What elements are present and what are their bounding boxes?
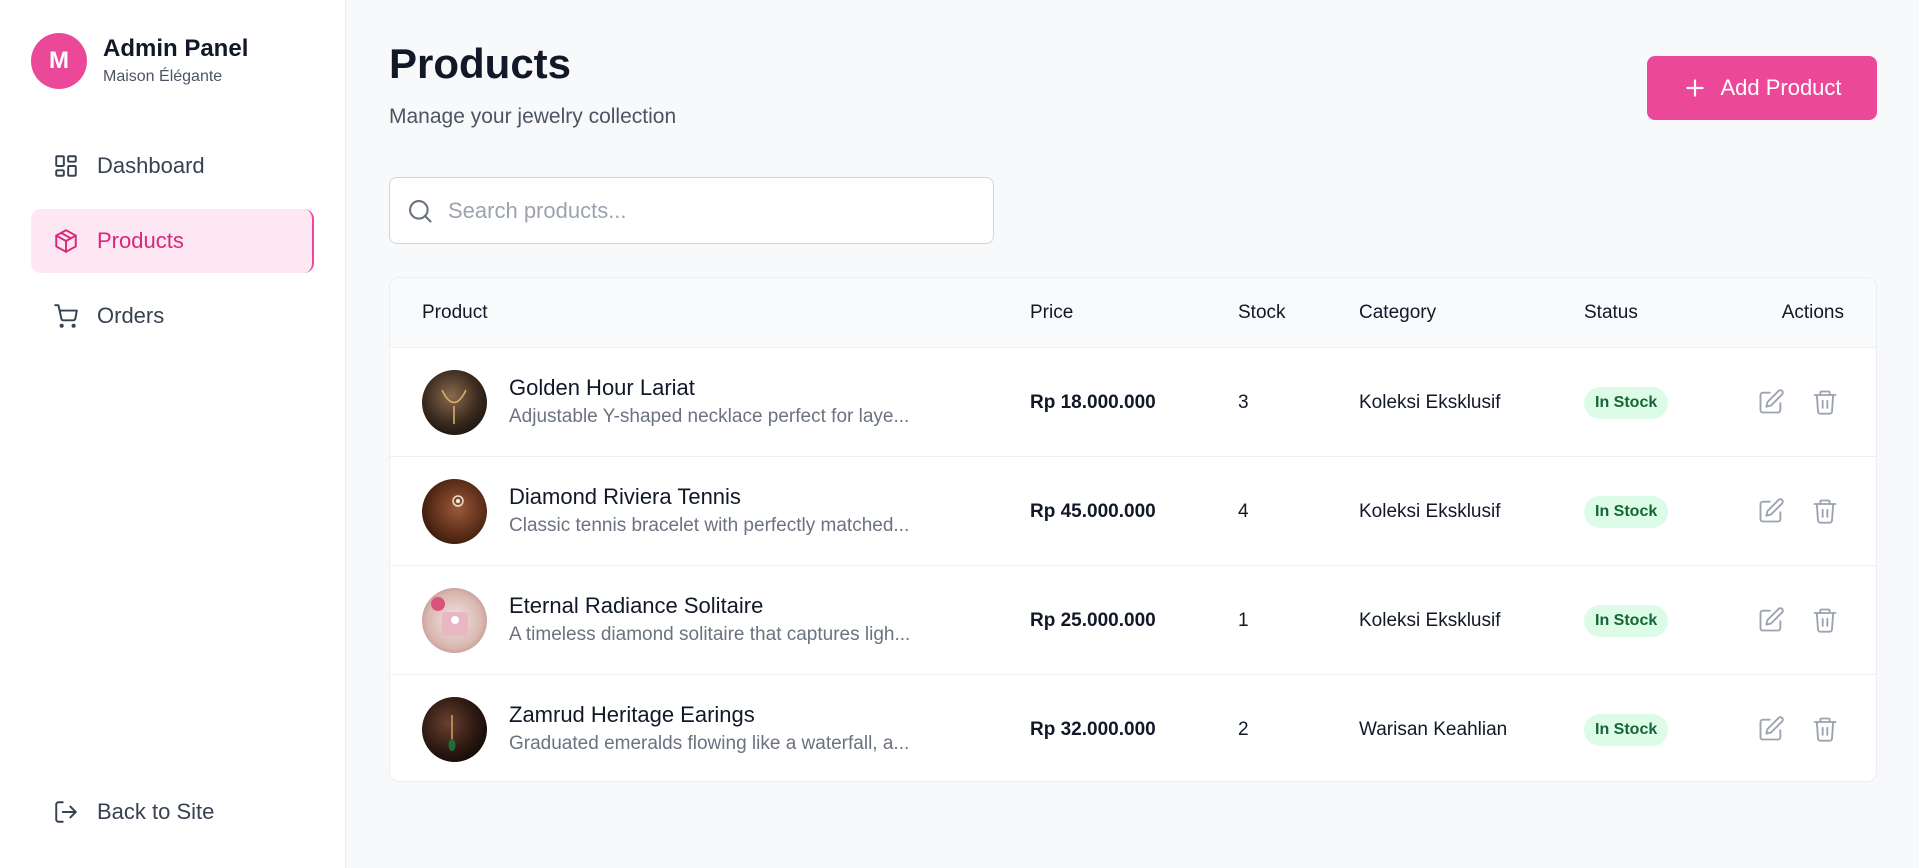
status-badge: In Stock xyxy=(1584,387,1669,419)
column-header-status: Status xyxy=(1584,302,1638,323)
product-stock: 4 xyxy=(1238,501,1249,522)
sidebar-item-dashboard[interactable]: Dashboard xyxy=(31,134,314,198)
product-category: Koleksi Eksklusif xyxy=(1359,392,1501,413)
trash-icon xyxy=(1813,717,1837,742)
sidebar-item-label: Orders xyxy=(97,303,165,328)
edit-button[interactable] xyxy=(1757,715,1785,743)
status-badge: In Stock xyxy=(1584,605,1669,637)
brand: M Admin Panel Maison Élégante xyxy=(31,33,248,89)
trash-icon xyxy=(1813,608,1837,633)
products-table: Product Price Stock Category Status Acti… xyxy=(389,277,1877,782)
search-icon xyxy=(409,199,432,223)
add-product-button[interactable]: Add Product xyxy=(1647,56,1877,120)
product-description: A timeless diamond solitaire that captur… xyxy=(509,624,911,645)
product-description: Graduated emeralds flowing like a waterf… xyxy=(509,733,910,754)
table-row: Eternal Radiance Solitaire A timeless di… xyxy=(390,566,1876,675)
page-title: Products xyxy=(389,40,572,87)
delete-button[interactable] xyxy=(1811,606,1839,634)
edit-icon xyxy=(1759,389,1784,414)
product-stock: 1 xyxy=(1238,610,1249,631)
product-category: Koleksi Eksklusif xyxy=(1359,610,1501,631)
trash-icon xyxy=(1813,499,1837,524)
product-name: Diamond Riviera Tennis xyxy=(509,484,741,509)
edit-button[interactable] xyxy=(1757,388,1785,416)
edit-icon xyxy=(1759,607,1784,632)
product-price: Rp 32.000.000 xyxy=(1030,719,1156,740)
page-subtitle: Manage your jewelry collection xyxy=(389,105,677,128)
sidebar-item-products[interactable]: Products xyxy=(31,209,314,273)
sidebar-nav: Dashboard Products Orders xyxy=(31,134,314,359)
product-name: Zamrud Heritage Earings xyxy=(509,702,755,727)
status-badge: In Stock xyxy=(1584,714,1669,746)
product-name: Golden Hour Lariat xyxy=(509,375,695,400)
sidebar-item-label: Products xyxy=(97,228,184,253)
table-row: Golden Hour Lariat Adjustable Y-shaped n… xyxy=(390,348,1876,457)
brand-avatar: M xyxy=(31,33,87,89)
column-header-product: Product xyxy=(422,302,488,323)
brand-subtitle: Maison Élégante xyxy=(103,68,223,85)
status-badge: In Stock xyxy=(1584,496,1669,528)
plus-icon xyxy=(1686,79,1705,97)
edit-button[interactable] xyxy=(1757,606,1785,634)
product-name: Eternal Radiance Solitaire xyxy=(509,593,764,618)
product-thumbnail xyxy=(422,479,487,544)
product-price: Rp 45.000.000 xyxy=(1030,501,1156,522)
product-category: Koleksi Eksklusif xyxy=(1359,501,1501,522)
product-stock: 3 xyxy=(1238,392,1249,413)
sidebar-item-label: Dashboard xyxy=(97,153,205,178)
search-box xyxy=(389,177,994,244)
column-header-actions: Actions xyxy=(1781,302,1844,323)
column-header-stock: Stock xyxy=(1238,302,1286,323)
product-description: Classic tennis bracelet with perfectly m… xyxy=(509,515,910,536)
product-price: Rp 25.000.000 xyxy=(1030,610,1156,631)
table-row: Zamrud Heritage Earings Graduated emeral… xyxy=(390,675,1876,781)
dashboard-icon xyxy=(55,155,77,177)
product-thumbnail xyxy=(422,588,487,653)
logout-icon xyxy=(55,801,77,823)
add-product-label: Add Product xyxy=(1720,75,1842,100)
product-stock: 2 xyxy=(1238,719,1249,740)
sidebar-item-orders[interactable]: Orders xyxy=(31,284,314,348)
delete-button[interactable] xyxy=(1811,715,1839,743)
edit-icon xyxy=(1759,716,1784,741)
package-icon xyxy=(55,229,77,253)
search-input[interactable] xyxy=(448,197,988,224)
delete-button[interactable] xyxy=(1811,497,1839,525)
brand-title: Admin Panel xyxy=(103,35,249,62)
back-to-site-label: Back to Site xyxy=(97,799,215,824)
table-row: Diamond Riviera Tennis Classic tennis br… xyxy=(390,457,1876,566)
trash-icon xyxy=(1813,390,1837,415)
table-header: Product Price Stock Category Status Acti… xyxy=(390,278,1876,348)
delete-button[interactable] xyxy=(1811,388,1839,416)
column-header-price: Price xyxy=(1030,302,1074,323)
sidebar: M Admin Panel Maison Élégante Dashboard … xyxy=(0,0,346,868)
product-thumbnail xyxy=(422,370,487,435)
product-thumbnail xyxy=(422,697,487,762)
product-category: Warisan Keahlian xyxy=(1359,719,1508,740)
product-price: Rp 18.000.000 xyxy=(1030,392,1156,413)
column-header-category: Category xyxy=(1359,302,1437,323)
back-to-site-link[interactable]: Back to Site xyxy=(31,780,314,844)
edit-icon xyxy=(1759,498,1784,523)
product-description: Adjustable Y-shaped necklace perfect for… xyxy=(509,406,910,427)
edit-button[interactable] xyxy=(1757,497,1785,525)
cart-icon xyxy=(54,304,78,328)
